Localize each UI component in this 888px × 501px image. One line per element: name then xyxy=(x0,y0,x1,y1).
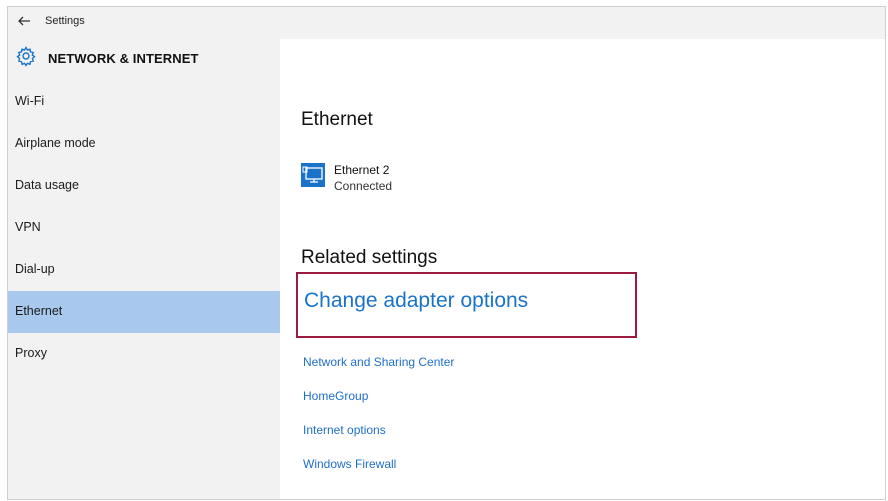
sidebar-item-proxy[interactable]: Proxy xyxy=(8,333,280,375)
settings-window: Settings NETWORK & INTERNET Wi-Fi Airpla… xyxy=(7,6,886,500)
sidebar-item-ethernet[interactable]: Ethernet xyxy=(8,291,280,333)
gear-icon xyxy=(15,45,37,67)
app-title: Settings xyxy=(45,15,85,27)
sidebar-item-label: Airplane mode xyxy=(15,136,96,150)
sidebar-item-label: Wi-Fi xyxy=(15,94,45,108)
sidebar-item-airplane-mode[interactable]: Airplane mode xyxy=(8,123,280,165)
internet-options-link[interactable]: Internet options xyxy=(303,423,386,437)
device-name: Ethernet 2 xyxy=(334,163,390,177)
sidebar-item-label: Dial-up xyxy=(15,262,55,276)
main-content: Ethernet Ethernet 2 Connected Related se… xyxy=(280,39,885,499)
homegroup-link[interactable]: HomeGroup xyxy=(303,389,368,403)
windows-firewall-link[interactable]: Windows Firewall xyxy=(303,457,396,471)
ethernet-monitor-icon xyxy=(301,163,325,187)
sidebar-item-label: VPN xyxy=(15,220,41,234)
section-title: NETWORK & INTERNET xyxy=(48,51,199,66)
sidebar-nav: Wi-Fi Airplane mode Data usage VPN Dial-… xyxy=(8,81,280,375)
sidebar-item-data-usage[interactable]: Data usage xyxy=(8,165,280,207)
change-adapter-options-link[interactable]: Change adapter options xyxy=(304,289,528,313)
sidebar-item-label: Ethernet xyxy=(15,304,63,318)
sidebar-item-label: Proxy xyxy=(15,346,47,360)
sidebar-item-dial-up[interactable]: Dial-up xyxy=(8,249,280,291)
section-header: NETWORK & INTERNET xyxy=(8,39,280,79)
sidebar-item-label: Data usage xyxy=(15,178,79,192)
title-bar: Settings xyxy=(8,7,885,39)
page-title: Ethernet xyxy=(301,109,373,130)
related-settings-heading: Related settings xyxy=(301,247,438,268)
back-arrow-icon[interactable] xyxy=(15,12,33,30)
sidebar-item-wifi[interactable]: Wi-Fi xyxy=(8,81,280,123)
network-sharing-center-link[interactable]: Network and Sharing Center xyxy=(303,355,454,369)
device-status: Connected xyxy=(334,179,393,193)
sidebar-item-vpn[interactable]: VPN xyxy=(8,207,280,249)
ethernet-device[interactable]: Ethernet 2 Connected xyxy=(301,159,521,199)
